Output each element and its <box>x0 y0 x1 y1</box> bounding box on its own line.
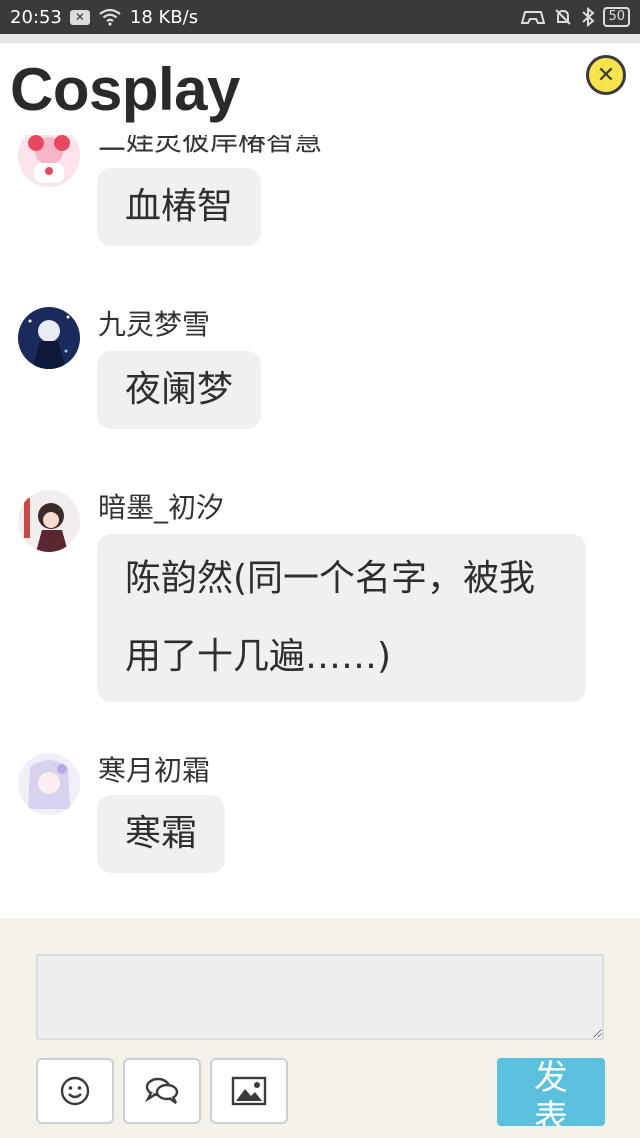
image-button[interactable] <box>210 1058 288 1124</box>
message-bubble[interactable]: 夜阑梦 <box>97 351 262 429</box>
close-icon: ✕ <box>596 62 616 88</box>
smiley-icon <box>60 1076 90 1106</box>
avatar[interactable] <box>18 307 80 369</box>
status-time: 20:53 <box>10 6 62 28</box>
message-bubble[interactable]: 陈韵然(同一个名字，被我用了十几遍……) <box>97 534 586 702</box>
bell-off-icon <box>555 9 572 25</box>
speech-bubbles-icon <box>145 1077 179 1104</box>
message-bubble[interactable]: 寒霜 <box>97 795 226 873</box>
sender-name: 九灵梦雪 <box>98 308 211 341</box>
message-input[interactable] <box>36 954 604 1040</box>
avatar-image <box>18 307 80 369</box>
close-button[interactable]: ✕ <box>586 55 626 95</box>
status-bar-right: 50 <box>521 7 630 27</box>
bluetooth-icon <box>582 7 595 27</box>
send-button[interactable]: 发表 <box>497 1058 605 1126</box>
message-list[interactable]: 二娃灵彼岸椿智慧 血椿智 九灵梦雪 夜阑梦 暗墨_初汐 陈韵然(同一个名字，被我… <box>0 135 640 918</box>
emoji-button[interactable] <box>36 1058 114 1124</box>
status-bar-left: 20:53 ✕ 18 KB/s <box>10 7 198 28</box>
composer: 发表 <box>0 918 640 1138</box>
sender-name: 寒月初霜 <box>98 754 211 787</box>
chat-button[interactable] <box>123 1058 201 1124</box>
page-title: Cosplay <box>10 56 240 123</box>
gamepad-icon <box>521 11 546 24</box>
wifi-icon <box>99 8 121 26</box>
sender-name: 暗墨_初汐 <box>98 491 225 524</box>
battery-indicator: 50 <box>603 7 630 27</box>
status-bar: 20:53 ✕ 18 KB/s 50 <box>0 0 640 34</box>
top-divider <box>0 34 640 43</box>
message-bubble[interactable]: 血椿智 <box>97 168 262 246</box>
avatar[interactable] <box>18 490 80 552</box>
network-speed: 18 KB/s <box>129 6 199 28</box>
avatar[interactable] <box>18 135 80 187</box>
sender-name: 二娃灵彼岸椿智慧 <box>98 135 323 157</box>
avatar-image <box>18 135 80 187</box>
image-icon <box>231 1076 267 1106</box>
chat-header: Cosplay ✕ <box>0 43 640 135</box>
avatar-image <box>18 490 80 552</box>
avatar[interactable] <box>18 753 80 815</box>
notification-icon: ✕ <box>69 9 90 25</box>
avatar-image <box>18 753 80 815</box>
